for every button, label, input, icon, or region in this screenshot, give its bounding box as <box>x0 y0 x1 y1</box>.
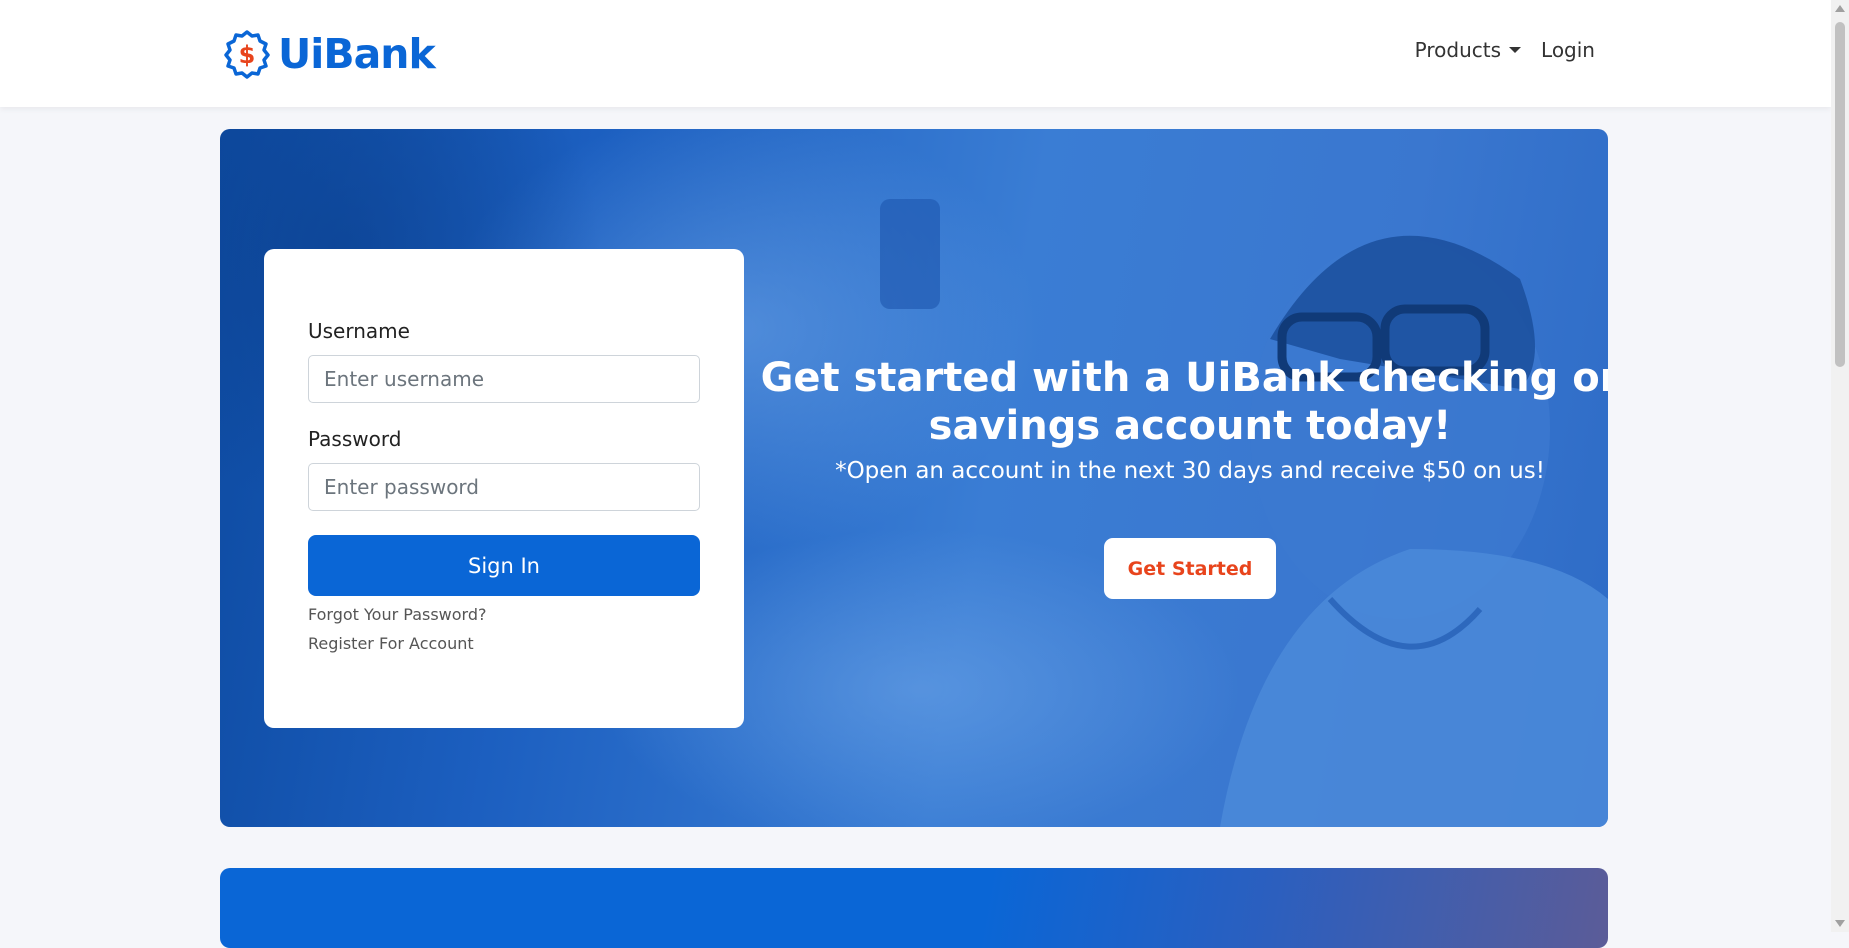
scroll-down-arrow-icon[interactable] <box>1835 920 1845 927</box>
hero-banner: Username Password Sign In Forgot Your Pa… <box>220 129 1608 827</box>
main-nav: Products Login <box>1415 38 1595 62</box>
top-navbar: $ UiBank Products Login <box>0 0 1831 107</box>
sign-in-button[interactable]: Sign In <box>308 535 700 596</box>
nav-products-dropdown[interactable]: Products <box>1414 38 1522 62</box>
caret-down-icon <box>1509 47 1522 53</box>
promo-section <box>220 868 1608 948</box>
password-input[interactable] <box>308 463 700 511</box>
brand-logo-link[interactable]: $ UiBank <box>222 28 436 80</box>
forgot-password-link[interactable]: Forgot Your Password? <box>308 604 700 626</box>
username-label: Username <box>308 319 410 343</box>
dollar-badge-icon: $ <box>224 30 270 79</box>
scrollbar-thumb[interactable] <box>1835 22 1845 367</box>
get-started-button[interactable]: Get Started <box>1104 538 1276 599</box>
nav-login-label: Login <box>1541 38 1595 62</box>
nav-products-label: Products <box>1414 38 1502 62</box>
hero-subtitle: *Open an account in the next 30 days and… <box>835 458 1545 484</box>
hero-copy: Get started with a UiBank checking or sa… <box>760 354 1608 599</box>
svg-text:$: $ <box>239 41 256 69</box>
brand-name: UiBank <box>278 30 436 78</box>
login-card: Username Password Sign In Forgot Your Pa… <box>264 249 744 728</box>
password-label: Password <box>308 427 402 451</box>
register-account-link[interactable]: Register For Account <box>308 633 700 655</box>
hero-title: Get started with a UiBank checking or sa… <box>760 355 1608 449</box>
username-input[interactable] <box>308 355 700 403</box>
scroll-up-arrow-icon[interactable] <box>1835 5 1845 12</box>
page-scrollbar[interactable] <box>1831 0 1849 932</box>
nav-login-link[interactable]: Login <box>1541 38 1595 62</box>
